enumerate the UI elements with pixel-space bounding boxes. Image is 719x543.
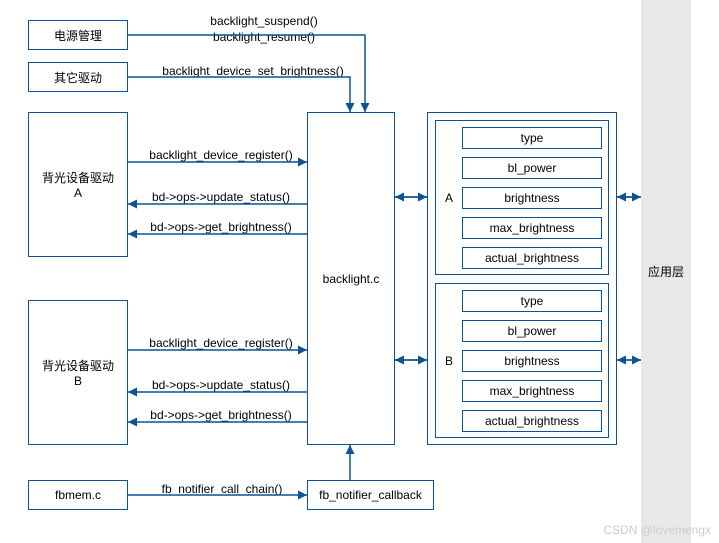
arrows-svg: [0, 0, 719, 543]
